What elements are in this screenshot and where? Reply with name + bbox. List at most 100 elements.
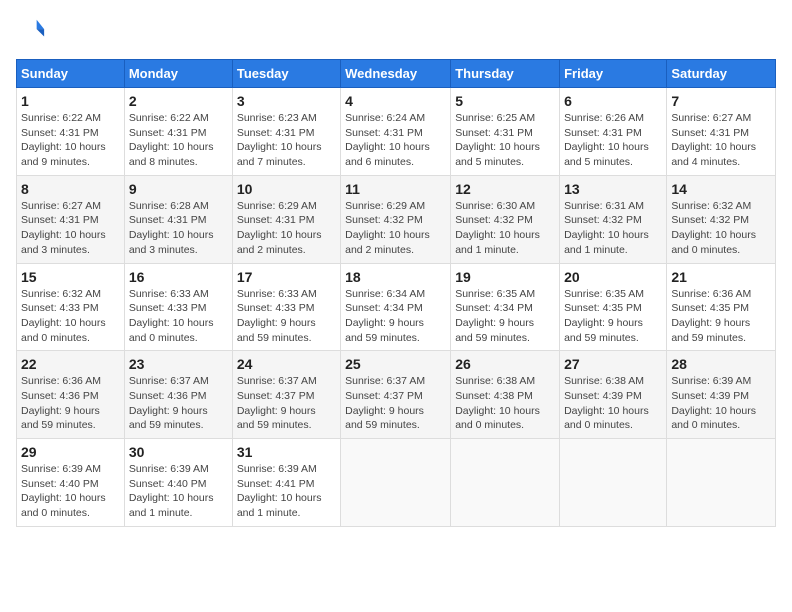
day-number: 27: [564, 356, 662, 372]
calendar-cell: 5Sunrise: 6:25 AM Sunset: 4:31 PM Daylig…: [451, 88, 560, 176]
day-info: Sunrise: 6:22 AM Sunset: 4:31 PM Dayligh…: [21, 111, 120, 170]
calendar-cell: 9Sunrise: 6:28 AM Sunset: 4:31 PM Daylig…: [124, 175, 232, 263]
day-number: 4: [345, 93, 446, 109]
calendar-week-2: 8Sunrise: 6:27 AM Sunset: 4:31 PM Daylig…: [17, 175, 776, 263]
calendar-cell: 22Sunrise: 6:36 AM Sunset: 4:36 PM Dayli…: [17, 351, 125, 439]
calendar-cell: 12 Sunrise: 6:30 AM Sunset: 4:32 PM Dayli…: [451, 175, 560, 263]
calendar-week-5: 29 Sunrise: 6:39 AM Sunset: 4:40 PM Dayli…: [17, 439, 776, 527]
day-number: 28: [671, 356, 771, 372]
day-info: Sunrise: 6:39 AM Sunset: 4:40 PM Dayligh…: [129, 462, 228, 521]
day-number: 12: [455, 181, 555, 197]
day-number: 9: [129, 181, 228, 197]
day-number: 11: [345, 181, 446, 197]
calendar-cell: 10 Sunrise: 6:29 AM Sunset: 4:31 PM Dayli…: [232, 175, 340, 263]
day-info: Sunrise: 6:33 AM Sunset: 4:33 PM Dayligh…: [129, 287, 228, 346]
calendar-cell: 16 Sunrise: 6:33 AM Sunset: 4:33 PM Dayli…: [124, 263, 232, 351]
day-number: 26: [455, 356, 555, 372]
header-friday: Friday: [560, 60, 667, 88]
calendar-cell: 17Sunrise: 6:33 AM Sunset: 4:33 PM Dayli…: [232, 263, 340, 351]
header-wednesday: Wednesday: [341, 60, 451, 88]
day-number: 19: [455, 269, 555, 285]
day-info: Sunrise: 6:37 AM Sunset: 4:37 PM Dayligh…: [345, 374, 446, 433]
day-number: 29: [21, 444, 120, 460]
calendar-cell: 28 Sunrise: 6:39 AM Sunset: 4:39 PM Dayli…: [667, 351, 776, 439]
calendar-cell: 14 Sunrise: 6:32 AM Sunset: 4:32 PM Dayli…: [667, 175, 776, 263]
day-number: 7: [671, 93, 771, 109]
day-info: Sunrise: 6:37 AM Sunset: 4:36 PM Dayligh…: [129, 374, 228, 433]
calendar-week-4: 22Sunrise: 6:36 AM Sunset: 4:36 PM Dayli…: [17, 351, 776, 439]
day-number: 18: [345, 269, 446, 285]
day-number: 14: [671, 181, 771, 197]
day-info: Sunrise: 6:39 AM Sunset: 4:40 PM Dayligh…: [21, 462, 120, 521]
calendar-cell: 7 Sunrise: 6:27 AM Sunset: 4:31 PM Daylig…: [667, 88, 776, 176]
day-number: 10: [237, 181, 336, 197]
header-thursday: Thursday: [451, 60, 560, 88]
calendar-cell: [667, 439, 776, 527]
day-info: Sunrise: 6:38 AM Sunset: 4:39 PM Dayligh…: [564, 374, 662, 433]
day-info: Sunrise: 6:26 AM Sunset: 4:31 PM Dayligh…: [564, 111, 662, 170]
header-sunday: Sunday: [17, 60, 125, 88]
calendar-cell: 13 Sunrise: 6:31 AM Sunset: 4:32 PM Dayli…: [560, 175, 667, 263]
calendar-cell: 24Sunrise: 6:37 AM Sunset: 4:37 PM Dayli…: [232, 351, 340, 439]
calendar-cell: [341, 439, 451, 527]
day-info: Sunrise: 6:27 AM Sunset: 4:31 PM Dayligh…: [21, 199, 120, 258]
header-tuesday: Tuesday: [232, 60, 340, 88]
calendar-cell: 3 Sunrise: 6:23 AM Sunset: 4:31 PM Daylig…: [232, 88, 340, 176]
day-info: Sunrise: 6:39 AM Sunset: 4:39 PM Dayligh…: [671, 374, 771, 433]
calendar-cell: 8Sunrise: 6:27 AM Sunset: 4:31 PM Daylig…: [17, 175, 125, 263]
day-info: Sunrise: 6:29 AM Sunset: 4:31 PM Dayligh…: [237, 199, 336, 258]
calendar-cell: 31Sunrise: 6:39 AM Sunset: 4:41 PM Dayli…: [232, 439, 340, 527]
calendar-cell: 18 Sunrise: 6:34 AM Sunset: 4:34 PM Dayli…: [341, 263, 451, 351]
calendar-cell: 19Sunrise: 6:35 AM Sunset: 4:34 PM Dayli…: [451, 263, 560, 351]
calendar-cell: 30 Sunrise: 6:39 AM Sunset: 4:40 PM Dayli…: [124, 439, 232, 527]
day-info: Sunrise: 6:24 AM Sunset: 4:31 PM Dayligh…: [345, 111, 446, 170]
day-info: Sunrise: 6:29 AM Sunset: 4:32 PM Dayligh…: [345, 199, 446, 258]
logo: [16, 16, 46, 49]
calendar-cell: 1Sunrise: 6:22 AM Sunset: 4:31 PM Daylig…: [17, 88, 125, 176]
calendar-cell: 2 Sunrise: 6:22 AM Sunset: 4:31 PM Daylig…: [124, 88, 232, 176]
day-info: Sunrise: 6:25 AM Sunset: 4:31 PM Dayligh…: [455, 111, 555, 170]
day-number: 25: [345, 356, 446, 372]
calendar-cell: 11 Sunrise: 6:29 AM Sunset: 4:32 PM Dayli…: [341, 175, 451, 263]
day-number: 16: [129, 269, 228, 285]
calendar: SundayMondayTuesdayWednesdayThursdayFrid…: [16, 59, 776, 527]
calendar-cell: [451, 439, 560, 527]
calendar-cell: 23Sunrise: 6:37 AM Sunset: 4:36 PM Dayli…: [124, 351, 232, 439]
day-number: 21: [671, 269, 771, 285]
day-number: 31: [237, 444, 336, 460]
calendar-week-3: 15 Sunrise: 6:32 AM Sunset: 4:33 PM Dayli…: [17, 263, 776, 351]
day-info: Sunrise: 6:27 AM Sunset: 4:31 PM Dayligh…: [671, 111, 771, 170]
day-info: Sunrise: 6:34 AM Sunset: 4:34 PM Dayligh…: [345, 287, 446, 346]
calendar-cell: 26 Sunrise: 6:38 AM Sunset: 4:38 PM Dayli…: [451, 351, 560, 439]
calendar-cell: 15 Sunrise: 6:32 AM Sunset: 4:33 PM Dayli…: [17, 263, 125, 351]
day-number: 13: [564, 181, 662, 197]
logo-icon: [18, 16, 46, 44]
calendar-cell: 29 Sunrise: 6:39 AM Sunset: 4:40 PM Dayli…: [17, 439, 125, 527]
calendar-cell: [560, 439, 667, 527]
calendar-cell: 25 Sunrise: 6:37 AM Sunset: 4:37 PM Dayli…: [341, 351, 451, 439]
calendar-header-row: SundayMondayTuesdayWednesdayThursdayFrid…: [17, 60, 776, 88]
day-info: Sunrise: 6:32 AM Sunset: 4:32 PM Dayligh…: [671, 199, 771, 258]
day-info: Sunrise: 6:31 AM Sunset: 4:32 PM Dayligh…: [564, 199, 662, 258]
day-info: Sunrise: 6:37 AM Sunset: 4:37 PM Dayligh…: [237, 374, 336, 433]
header-saturday: Saturday: [667, 60, 776, 88]
day-number: 15: [21, 269, 120, 285]
page-header: [16, 16, 776, 49]
calendar-cell: 6 Sunrise: 6:26 AM Sunset: 4:31 PM Daylig…: [560, 88, 667, 176]
day-info: Sunrise: 6:23 AM Sunset: 4:31 PM Dayligh…: [237, 111, 336, 170]
calendar-cell: 27 Sunrise: 6:38 AM Sunset: 4:39 PM Dayli…: [560, 351, 667, 439]
day-info: Sunrise: 6:32 AM Sunset: 4:33 PM Dayligh…: [21, 287, 120, 346]
day-number: 6: [564, 93, 662, 109]
day-number: 17: [237, 269, 336, 285]
calendar-cell: 20 Sunrise: 6:35 AM Sunset: 4:35 PM Dayli…: [560, 263, 667, 351]
day-number: 30: [129, 444, 228, 460]
day-info: Sunrise: 6:30 AM Sunset: 4:32 PM Dayligh…: [455, 199, 555, 258]
day-info: Sunrise: 6:38 AM Sunset: 4:38 PM Dayligh…: [455, 374, 555, 433]
day-info: Sunrise: 6:35 AM Sunset: 4:35 PM Dayligh…: [564, 287, 662, 346]
day-number: 3: [237, 93, 336, 109]
day-info: Sunrise: 6:36 AM Sunset: 4:35 PM Dayligh…: [671, 287, 771, 346]
day-info: Sunrise: 6:22 AM Sunset: 4:31 PM Dayligh…: [129, 111, 228, 170]
day-number: 20: [564, 269, 662, 285]
day-number: 2: [129, 93, 228, 109]
calendar-cell: 4 Sunrise: 6:24 AM Sunset: 4:31 PM Daylig…: [341, 88, 451, 176]
